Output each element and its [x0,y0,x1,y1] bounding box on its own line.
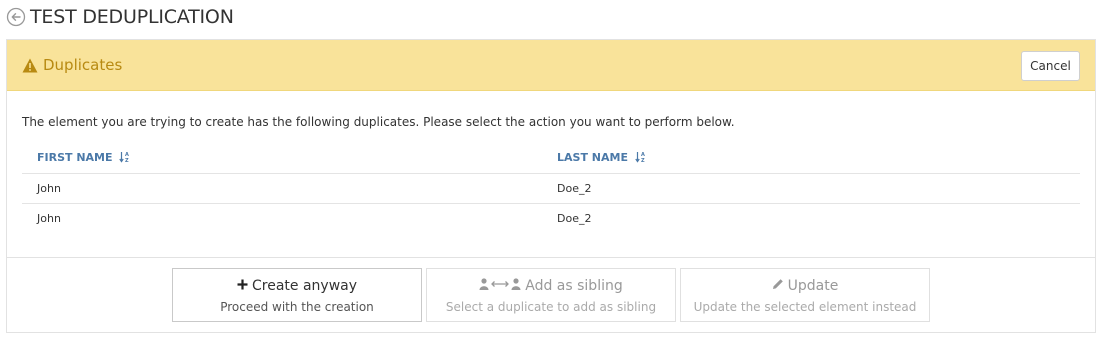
table-row[interactable]: John Doe_2 [22,173,1080,204]
action-title: Update [772,277,839,295]
cell-last-name: Doe_2 [542,173,1080,204]
cell-first-name: John [22,173,542,204]
svg-text:Z: Z [125,158,129,163]
cell-first-name: John [37,211,61,225]
intro-text: The element you are trying to create has… [22,115,735,129]
panel-footer: Create anyway Proceed with the creation … [7,257,1095,333]
cancel-button[interactable]: Cancel [1021,51,1080,81]
sort-alpha-icon[interactable]: A Z [635,151,647,164]
column-header-last-name[interactable]: LAST NAME A Z [542,143,1080,174]
table-header-row: FIRST NAME A Z LAST NAME A Z [22,143,1080,174]
warning-icon [22,58,38,73]
pencil-icon [772,278,784,294]
action-title: Add as sibling [479,277,623,295]
column-header-label: LAST NAME [557,151,628,165]
update-button[interactable]: Update Update the selected element inste… [680,268,930,322]
update-subtitle: Update the selected element instead [693,299,917,314]
sort-alpha-icon[interactable]: A Z [119,151,131,164]
update-label: Update [787,277,839,294]
create-anyway-label: Create anyway [251,277,358,294]
panel-title: Duplicates [43,56,123,74]
column-header-label: FIRST NAME [37,151,113,165]
panel-body: The element you are trying to create has… [7,114,1095,233]
action-title: Create anyway [237,277,357,295]
create-anyway-subtitle: Proceed with the creation [220,299,374,314]
plus-icon [237,278,248,294]
back-arrow-icon[interactable] [6,7,26,27]
column-header-first-name[interactable]: FIRST NAME A Z [22,143,542,174]
panel-heading: Duplicates Cancel [7,40,1095,91]
user-link-icon [479,277,521,294]
add-as-sibling-button[interactable]: Add as sibling Select a duplicate to add… [426,268,676,322]
create-anyway-button[interactable]: Create anyway Proceed with the creation [172,268,422,322]
duplicates-panel: Duplicates Cancel The element you are tr… [6,39,1096,333]
svg-text:Z: Z [641,158,645,163]
cell-last-name: Doe_2 [557,211,592,225]
duplicates-table: FIRST NAME A Z LAST NAME A Z John Doe_2 … [22,143,1080,233]
page-title: TEST DEDUPLICATION [30,6,234,28]
page-header: TEST DEDUPLICATION [6,5,234,29]
add-as-sibling-subtitle: Select a duplicate to add as sibling [445,299,657,314]
add-as-sibling-label: Add as sibling [525,277,623,294]
table-row[interactable]: John Doe_2 [22,203,1080,233]
